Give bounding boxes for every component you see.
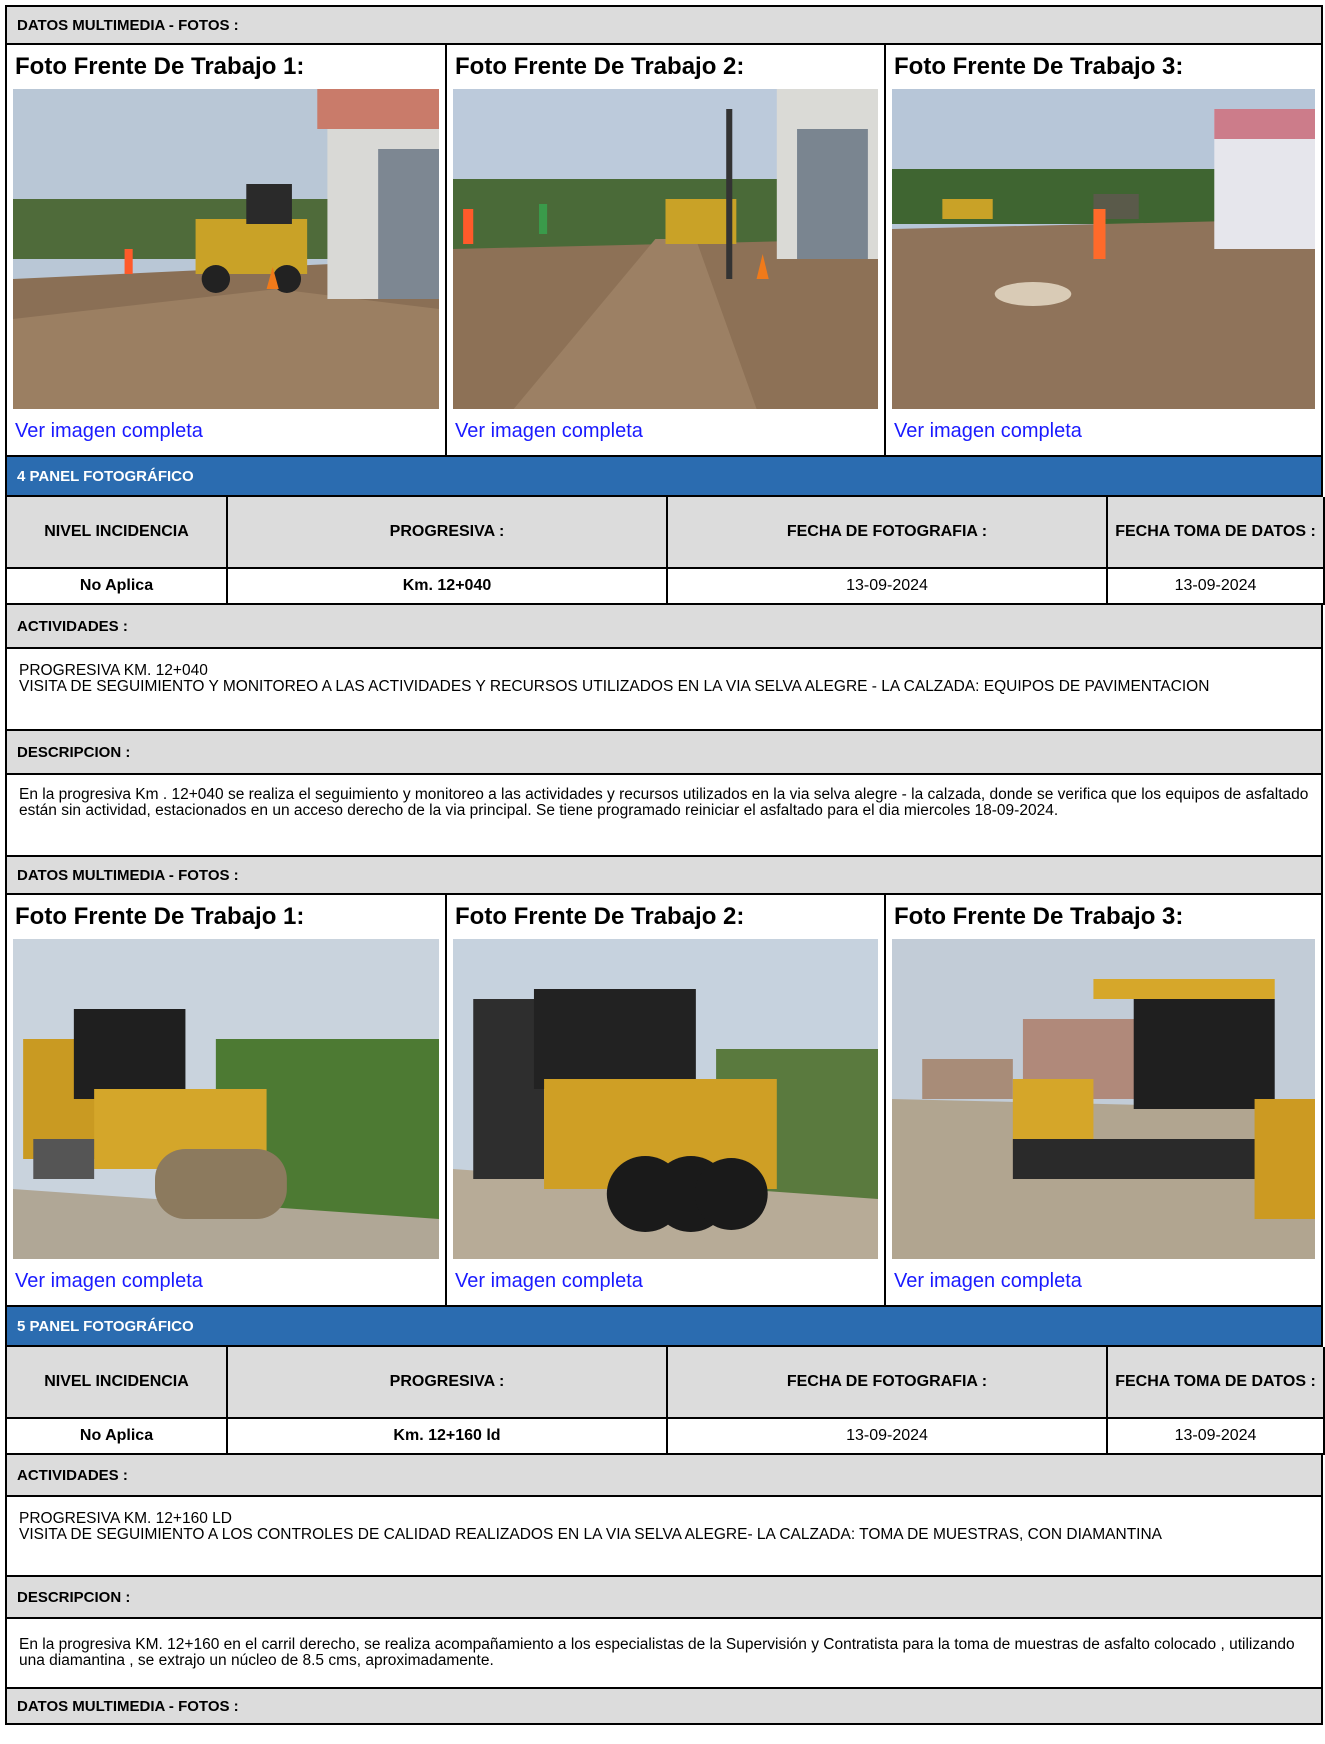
photo-card-2: Foto Frente De Trabajo 2: Ver imagen com…	[447, 895, 886, 1305]
multimedia-label: DATOS MULTIMEDIA - FOTOS :	[17, 1697, 239, 1715]
value-progresiva: Km. 12+160 ld	[226, 1418, 668, 1455]
photo-road-workers[interactable]	[892, 89, 1315, 409]
description-text: En la progresiva KM. 12+160 en el carril…	[5, 1619, 1323, 1689]
description-header: DESCRIPCION :	[5, 1577, 1323, 1619]
photo-road-works[interactable]	[453, 89, 878, 409]
panel-4-info-table: NIVEL INCIDENCIA PROGRESIVA : FECHA DE F…	[5, 497, 1325, 605]
activities-label: ACTIVIDADES :	[17, 617, 128, 635]
photo-card-3: Foto Frente De Trabajo 3: Ver imagen com…	[886, 45, 1323, 455]
multimedia-section-header: DATOS MULTIMEDIA - FOTOS :	[5, 5, 1323, 45]
panel-4-header: 4 PANEL FOTOGRÁFICO	[5, 457, 1323, 497]
header-nivel: NIVEL INCIDENCIA	[5, 1347, 228, 1419]
value-fecha-foto: 13-09-2024	[666, 1418, 1108, 1455]
photo-road-grader[interactable]	[13, 89, 439, 409]
value-progresiva: Km. 12+040	[226, 568, 668, 605]
activities-text: PROGRESIVA KM. 12+040 VISITA DE SEGUIMIE…	[5, 649, 1323, 731]
view-full-image-link[interactable]: Ver imagen completa	[13, 409, 439, 453]
view-full-image-link[interactable]: Ver imagen completa	[892, 1259, 1315, 1303]
activities-header: ACTIVIDADES :	[5, 605, 1323, 649]
activities-header: ACTIVIDADES :	[5, 1455, 1323, 1497]
photo-pneumatic-roller[interactable]	[453, 939, 878, 1259]
value-fecha-foto: 13-09-2024	[666, 568, 1108, 605]
header-fecha-foto: FECHA DE FOTOGRAFIA :	[666, 1347, 1108, 1419]
view-full-image-link[interactable]: Ver imagen completa	[13, 1259, 439, 1303]
header-progresiva: PROGRESIVA :	[226, 1347, 668, 1419]
photo-card-3: Foto Frente De Trabajo 3: Ver imagen com…	[886, 895, 1323, 1305]
table-header-row: NIVEL INCIDENCIA PROGRESIVA : FECHA DE F…	[5, 1347, 1325, 1419]
photo-road-roller[interactable]	[13, 939, 439, 1259]
photo-title: Foto Frente De Trabajo 3:	[894, 903, 1184, 930]
activities-line-1: PROGRESIVA KM. 12+160 LD	[19, 1510, 232, 1527]
value-fecha-toma: 13-09-2024	[1106, 568, 1325, 605]
view-full-image-link[interactable]: Ver imagen completa	[892, 409, 1315, 453]
panel-5-header: 5 PANEL FOTOGRÁFICO	[5, 1307, 1323, 1347]
multimedia-label: DATOS MULTIMEDIA - FOTOS :	[17, 16, 239, 34]
photo-title: Foto Frente De Trabajo 2:	[455, 53, 745, 80]
photo-card-1: Foto Frente De Trabajo 1: Ver imagen com…	[7, 895, 447, 1305]
header-fecha-foto: FECHA DE FOTOGRAFIA :	[666, 497, 1108, 569]
photo-row-2: Foto Frente De Trabajo 1: Ver imagen com…	[5, 895, 1323, 1307]
table-row: No Aplica Km. 12+040 13-09-2024 13-09-20…	[5, 568, 1325, 605]
panel-title: 5 PANEL FOTOGRÁFICO	[17, 1317, 194, 1335]
description-label: DESCRIPCION :	[17, 743, 131, 761]
view-full-image-link[interactable]: Ver imagen completa	[453, 1259, 878, 1303]
multimedia-label: DATOS MULTIMEDIA - FOTOS :	[17, 866, 239, 884]
photo-title: Foto Frente De Trabajo 2:	[455, 903, 745, 930]
view-full-image-link[interactable]: Ver imagen completa	[453, 409, 878, 453]
photo-card-2: Foto Frente De Trabajo 2: Ver imagen com…	[447, 45, 886, 455]
photo-card-1: Foto Frente De Trabajo 1: Ver imagen com…	[7, 45, 447, 455]
panel-5-info-table: NIVEL INCIDENCIA PROGRESIVA : FECHA DE F…	[5, 1347, 1325, 1455]
header-progresiva: PROGRESIVA :	[226, 497, 668, 569]
report-document: DATOS MULTIMEDIA - FOTOS : Foto Frente D…	[5, 5, 1325, 1725]
multimedia-section-header: DATOS MULTIMEDIA - FOTOS :	[5, 857, 1323, 895]
activities-line-1: PROGRESIVA KM. 12+040	[19, 662, 208, 679]
header-fecha-toma: FECHA TOMA DE DATOS :	[1106, 497, 1325, 569]
header-nivel: NIVEL INCIDENCIA	[5, 497, 228, 569]
description-label: DESCRIPCION :	[17, 1588, 131, 1606]
photo-row-1: Foto Frente De Trabajo 1: Ver imagen com…	[5, 45, 1323, 457]
activities-label: ACTIVIDADES :	[17, 1466, 128, 1484]
activities-text: PROGRESIVA KM. 12+160 LD VISITA DE SEGUI…	[5, 1497, 1323, 1577]
value-nivel: No Aplica	[5, 568, 228, 605]
multimedia-section-header: DATOS MULTIMEDIA - FOTOS :	[5, 1689, 1323, 1725]
photo-title: Foto Frente De Trabajo 1:	[15, 903, 305, 930]
activities-line-2: VISITA DE SEGUIMIENTO Y MONITOREO A LAS …	[19, 678, 1210, 695]
table-row: No Aplica Km. 12+160 ld 13-09-2024 13-09…	[5, 1418, 1325, 1455]
photo-asphalt-paver[interactable]	[892, 939, 1315, 1259]
header-fecha-toma: FECHA TOMA DE DATOS :	[1106, 1347, 1325, 1419]
panel-title: 4 PANEL FOTOGRÁFICO	[17, 467, 194, 485]
description-text: En la progresiva Km . 12+040 se realiza …	[5, 775, 1323, 857]
activities-line-2: VISITA DE SEGUIMIENTO A LOS CONTROLES DE…	[19, 1526, 1163, 1543]
value-nivel: No Aplica	[5, 1418, 228, 1455]
table-header-row: NIVEL INCIDENCIA PROGRESIVA : FECHA DE F…	[5, 497, 1325, 569]
value-fecha-toma: 13-09-2024	[1106, 1418, 1325, 1455]
description-header: DESCRIPCION :	[5, 731, 1323, 775]
photo-title: Foto Frente De Trabajo 3:	[894, 53, 1184, 80]
photo-title: Foto Frente De Trabajo 1:	[15, 53, 305, 80]
